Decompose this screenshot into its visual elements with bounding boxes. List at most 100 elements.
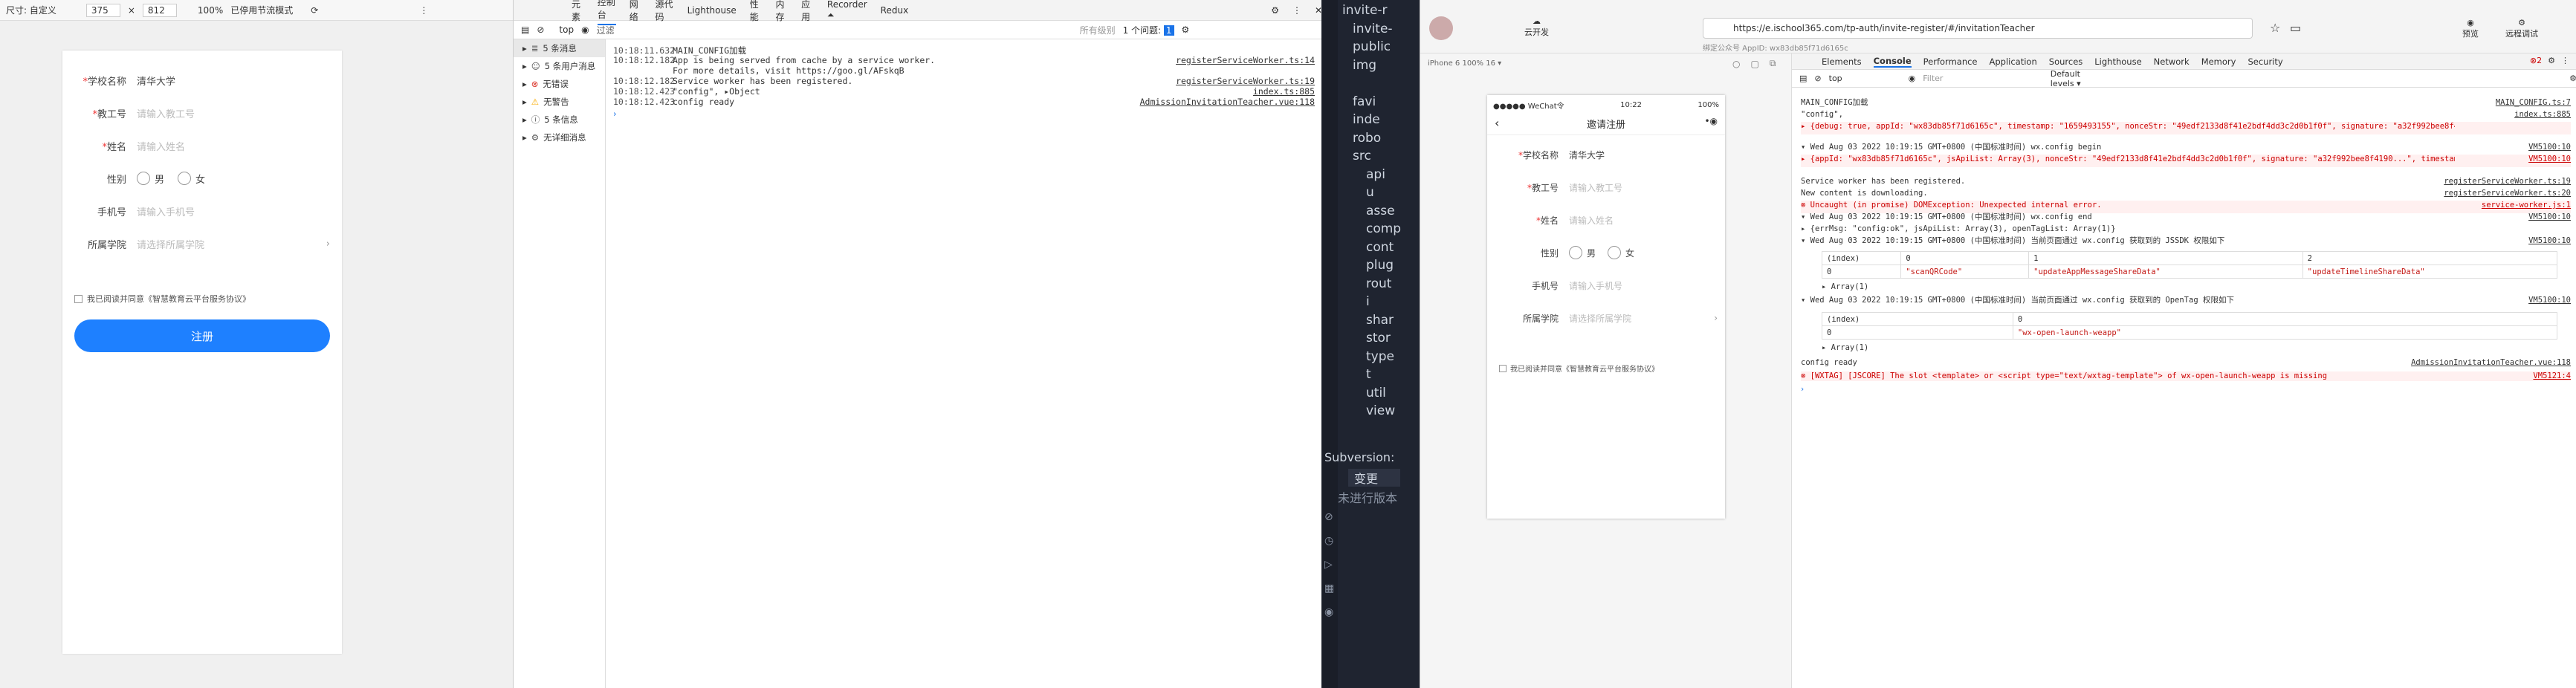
- source-link[interactable]: VM5100:10: [2528, 296, 2571, 305]
- zoom-select[interactable]: 100%: [198, 5, 223, 16]
- window-icon[interactable]: ▭: [2290, 21, 2301, 35]
- tree-item[interactable]: favi: [1339, 94, 1420, 113]
- svn-change-tab[interactable]: 变更: [1348, 469, 1400, 487]
- name-input[interactable]: 请输入姓名: [1569, 214, 1614, 227]
- agree-checkbox[interactable]: [74, 294, 82, 303]
- source-link[interactable]: registerServiceWorker.ts:14: [1176, 55, 1315, 65]
- clear-icon[interactable]: ⊘: [1814, 74, 1821, 83]
- console-tab-2[interactable]: Performance: [1923, 56, 1978, 67]
- male-radio[interactable]: [137, 172, 150, 185]
- tab-9[interactable]: Redux: [881, 5, 909, 16]
- tab-8[interactable]: Recorder ⏶: [827, 0, 867, 21]
- cloud-dev-button[interactable]: ☁ 云开发: [1524, 16, 1549, 38]
- phone-input[interactable]: 请输入手机号: [1569, 279, 1622, 292]
- console-tab-6[interactable]: Network: [2154, 56, 2190, 67]
- tree-item[interactable]: public: [1339, 39, 1420, 58]
- more-icon[interactable]: ⋮: [419, 5, 428, 16]
- filter-input[interactable]: Filter: [1923, 74, 2043, 83]
- clear-icon[interactable]: ⊘: [537, 25, 544, 35]
- tree-item[interactable]: asse: [1339, 204, 1420, 222]
- sidebar-toggle-icon[interactable]: ▤: [1799, 74, 1807, 83]
- college-select[interactable]: 请选择所属学院: [1569, 312, 1714, 325]
- rotate-icon[interactable]: ⟳: [311, 5, 318, 16]
- source-link[interactable]: MAIN_CONFIG.ts:7: [2496, 98, 2571, 108]
- male-radio[interactable]: [1569, 246, 1582, 259]
- filter-input[interactable]: 过滤: [597, 24, 1072, 36]
- source-link[interactable]: VM5100:10: [2528, 236, 2571, 246]
- female-radio[interactable]: [1608, 246, 1622, 259]
- tree-item[interactable]: t: [1339, 367, 1420, 386]
- console-tab-5[interactable]: Lighthouse: [2094, 56, 2141, 67]
- sidebar-toggle-icon[interactable]: ▤: [521, 25, 529, 35]
- source-link[interactable]: registerServiceWorker.ts:20: [2444, 189, 2571, 198]
- female-radio[interactable]: [178, 172, 192, 185]
- tab-4[interactable]: Lighthouse: [687, 5, 737, 16]
- console-tab-1[interactable]: Console: [1873, 56, 1912, 68]
- console-prompt[interactable]: ›: [613, 108, 1315, 119]
- tree-item[interactable]: invite-: [1339, 22, 1420, 40]
- teacher-no-input[interactable]: 请输入教工号: [1569, 181, 1622, 194]
- tab-3[interactable]: 源代码: [656, 0, 674, 23]
- throttle-select[interactable]: 已停用节流模式: [230, 4, 293, 16]
- tree-item[interactable]: robo: [1339, 131, 1420, 149]
- tab-5[interactable]: 性能: [750, 0, 763, 23]
- issues-link[interactable]: 1 个问题: 1: [1123, 24, 1174, 36]
- source-link[interactable]: VM5121:4: [2533, 371, 2571, 381]
- device-select[interactable]: iPhone 6 100% 16 ▾: [1428, 59, 1501, 68]
- screenshot-icon[interactable]: ▢: [1750, 59, 1758, 69]
- debug-icon[interactable]: ⊘: [1324, 505, 1334, 529]
- array-toggle[interactable]: ▸ Array(1): [1822, 282, 2576, 292]
- tab-6[interactable]: 内存: [775, 0, 788, 23]
- avatar[interactable]: [1429, 16, 1453, 40]
- levels-select[interactable]: Default levels ▾: [2051, 69, 2101, 88]
- record-icon[interactable]: ○: [1732, 59, 1740, 69]
- levels-select[interactable]: 所有级别: [1080, 24, 1116, 36]
- phone-input[interactable]: 请输入手机号: [137, 204, 195, 218]
- source-link[interactable]: index.ts:885: [1253, 86, 1315, 97]
- accounts-icon[interactable]: ◉: [1324, 600, 1334, 624]
- tree-item[interactable]: type: [1339, 349, 1420, 368]
- extensions-icon[interactable]: ▦: [1324, 577, 1334, 600]
- settings-icon[interactable]: ⚙: [1182, 25, 1190, 35]
- dimensions-select[interactable]: 尺寸: 自定义: [6, 4, 56, 16]
- tree-item[interactable]: [1339, 76, 1420, 94]
- settings-icon[interactable]: ⚙: [2548, 56, 2555, 65]
- tree-item[interactable]: plug: [1339, 258, 1420, 276]
- tree-item[interactable]: shar: [1339, 313, 1420, 331]
- name-input[interactable]: 请输入姓名: [137, 139, 185, 153]
- array-toggle[interactable]: ▸ Array(1): [1822, 343, 2576, 353]
- source-link[interactable]: registerServiceWorker.ts:19: [2444, 177, 2571, 186]
- eye-icon[interactable]: ◉: [1909, 74, 1916, 83]
- tree-item[interactable]: src: [1339, 149, 1420, 167]
- settings-icon[interactable]: ⚙: [1271, 5, 1279, 16]
- source-link[interactable]: registerServiceWorker.ts:19: [1176, 76, 1315, 86]
- agree-checkbox[interactable]: [1499, 364, 1507, 372]
- source-link[interactable]: index.ts:885: [2514, 110, 2571, 120]
- source-link[interactable]: VM5100:10: [2528, 212, 2571, 222]
- tree-item[interactable]: img: [1339, 58, 1420, 77]
- console-tab-4[interactable]: Sources: [2049, 56, 2083, 67]
- tree-item[interactable]: util: [1339, 386, 1420, 404]
- tree-item[interactable]: inde: [1339, 112, 1420, 131]
- tree-item[interactable]: i: [1339, 294, 1420, 313]
- url-input[interactable]: https://e.ischool365.com/tp-auth/invite-…: [1703, 18, 2253, 39]
- settings-icon[interactable]: ⚙: [2569, 74, 2576, 83]
- tree-item[interactable]: api: [1339, 167, 1420, 186]
- college-row[interactable]: 所属学院 请选择所属学院 ›: [77, 235, 330, 253]
- source-link[interactable]: service-worker.js:1: [2482, 201, 2571, 210]
- popout-icon[interactable]: ⧉: [1770, 58, 1776, 69]
- eye-icon[interactable]: ◉: [581, 25, 589, 35]
- tree-item[interactable]: cont: [1339, 240, 1420, 259]
- college-row[interactable]: 所属学院 请选择所属学院 ›: [1487, 309, 1718, 327]
- tree-item[interactable]: invite-r: [1339, 3, 1420, 22]
- source-link[interactable]: AdmissionInvitationTeacher.vue:118: [2411, 358, 2571, 368]
- register-button[interactable]: 注册: [74, 319, 330, 352]
- context-select[interactable]: top: [1829, 74, 1901, 83]
- source-link[interactable]: VM5100:10: [2528, 155, 2571, 164]
- run-icon[interactable]: ▷: [1324, 553, 1334, 577]
- tree-item[interactable]: view: [1339, 403, 1420, 422]
- context-select[interactable]: top: [559, 25, 574, 35]
- console-prompt[interactable]: ›: [1801, 385, 2571, 395]
- preview-button[interactable]: ◉ 预览: [2462, 18, 2479, 39]
- remote-debug-button[interactable]: ⚙ 远程调试: [2505, 18, 2538, 39]
